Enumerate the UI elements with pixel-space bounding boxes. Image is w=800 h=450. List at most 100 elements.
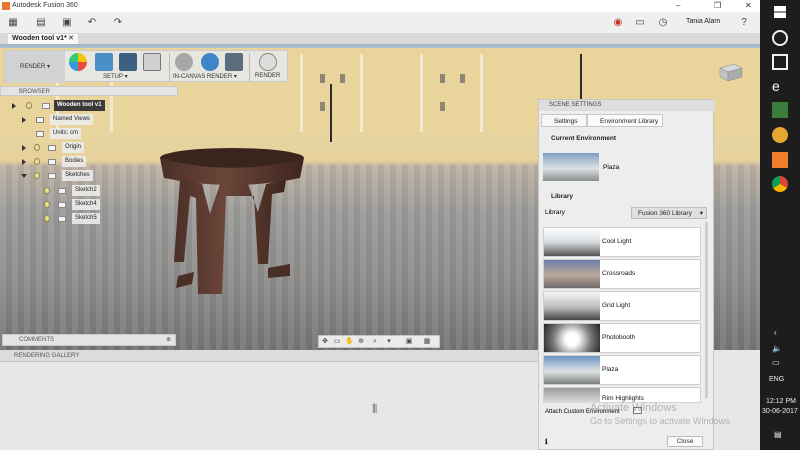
grammarly-icon[interactable]: [772, 127, 788, 143]
record-icon[interactable]: ◉: [612, 17, 624, 29]
pan-icon[interactable]: ✋: [345, 338, 354, 346]
workspace-switcher[interactable]: RENDER ▾: [5, 51, 65, 83]
chrome-icon[interactable]: [772, 176, 788, 192]
orbit-icon[interactable]: ✥: [321, 338, 329, 346]
expand-arrow-icon[interactable]: [22, 117, 26, 123]
data-panel-icon[interactable]: ▦: [7, 17, 19, 29]
fit-icon[interactable]: ⌕: [371, 338, 379, 346]
render-teapot-icon[interactable]: [259, 53, 277, 71]
grid-settings-icon[interactable]: ▦: [423, 338, 431, 346]
capture-image-icon[interactable]: [225, 53, 243, 71]
save-icon[interactable]: ▣: [61, 17, 73, 29]
facade-column: [300, 54, 303, 132]
visibility-bulb-icon[interactable]: [44, 201, 50, 208]
library-heading[interactable]: Library: [539, 191, 713, 203]
tab-environment-library[interactable]: Environment Library: [587, 114, 663, 127]
browser-item-bodies[interactable]: Bodies: [22, 156, 87, 167]
browser-panel-header[interactable]: BROWSER: [0, 86, 178, 96]
cortana-icon[interactable]: [772, 30, 788, 46]
display-settings-icon[interactable]: ▣: [405, 338, 413, 346]
task-view-icon[interactable]: [772, 54, 788, 70]
view-cube-icon[interactable]: [716, 62, 744, 82]
environment-item-crossroads[interactable]: Crossroads: [543, 259, 701, 289]
fusion-taskbar-icon[interactable]: [772, 152, 788, 168]
browser-item-sketch2[interactable]: Sketch2: [44, 185, 100, 196]
close-icon[interactable]: ✕: [745, 1, 752, 10]
expand-arrow-icon[interactable]: [22, 145, 26, 151]
visibility-bulb-icon[interactable]: [34, 144, 40, 151]
tab-settings[interactable]: Settings: [541, 114, 587, 127]
document-tab[interactable]: Wooden tool v1* ✕: [8, 34, 78, 44]
setup-menu[interactable]: SETUP ▾: [103, 73, 128, 80]
gallery-header[interactable]: RENDERING GALLERY: [0, 350, 538, 362]
current-environment-heading[interactable]: Current Environment: [539, 133, 713, 145]
activate-windows-subtitle: Go to Settings to activate Windows.: [590, 416, 733, 426]
browser-item-sketch4[interactable]: Sketch4: [44, 199, 100, 210]
language-indicator[interactable]: ENG: [769, 376, 784, 383]
redo-icon[interactable]: ↷: [112, 17, 124, 29]
texture-map-icon[interactable]: [119, 53, 137, 71]
visibility-bulb-icon[interactable]: [34, 172, 40, 179]
battery-icon[interactable]: ▭: [772, 358, 780, 367]
expand-arrow-icon[interactable]: [22, 159, 26, 165]
maximize-icon[interactable]: ❐: [714, 1, 721, 10]
add-comment-icon[interactable]: ⊕: [166, 335, 171, 346]
clock-time[interactable]: 12:12 PM: [766, 398, 796, 405]
appearance-icon[interactable]: [69, 53, 87, 71]
zoom-window-icon[interactable]: ▾: [385, 338, 393, 346]
clock-icon[interactable]: ◷: [657, 17, 669, 29]
expand-arrow-icon[interactable]: [12, 103, 16, 109]
facade-window: [320, 102, 325, 111]
panel-resize-handle-icon[interactable]: ⦀: [372, 402, 377, 417]
visibility-bulb-icon[interactable]: [26, 102, 32, 109]
browser-item-named-views[interactable]: Named Views: [22, 114, 93, 125]
scene-settings-header[interactable]: SCENE SETTINGS: [539, 100, 715, 111]
render-settings-gear-icon[interactable]: [201, 53, 219, 71]
zoom-icon[interactable]: ⊕: [357, 338, 365, 346]
current-env-title: Current Environment: [551, 135, 617, 142]
browser-title: BROWSER: [19, 89, 51, 95]
scene-settings-icon[interactable]: [95, 53, 113, 71]
file-menu-icon[interactable]: ▤: [35, 17, 47, 29]
env-name: Cool Light: [602, 238, 632, 245]
minimize-icon[interactable]: –: [676, 1, 680, 10]
info-icon[interactable]: ℹ: [545, 438, 548, 446]
show-hidden-icons-chevron-icon[interactable]: ‹: [774, 328, 777, 337]
browser-item-sketch5[interactable]: Sketch5: [44, 213, 100, 224]
environment-item-plaza[interactable]: Plaza: [543, 355, 701, 385]
render-label[interactable]: RENDER: [255, 73, 280, 79]
user-account[interactable]: Tania Alam: [686, 18, 720, 25]
rendering-gallery: RENDERING GALLERY ⦀: [0, 350, 538, 450]
windows-start-icon[interactable]: [774, 6, 786, 18]
environment-item-cool-light[interactable]: Cool Light: [543, 227, 701, 257]
android-app-icon[interactable]: [772, 102, 788, 118]
browser-item-units[interactable]: Units: cm: [36, 128, 82, 139]
help-icon[interactable]: ?: [738, 17, 750, 29]
in-canvas-render-menu[interactable]: IN-CANVAS RENDER ▾: [173, 73, 237, 80]
library-dropdown[interactable]: Fusion 360 Library ▾: [631, 207, 707, 219]
environment-item-photobooth[interactable]: Photobooth: [543, 323, 701, 353]
look-at-icon[interactable]: ▭: [333, 338, 341, 346]
undo-icon[interactable]: ↶: [86, 17, 98, 29]
library-scrollbar[interactable]: [705, 222, 708, 398]
clock-date[interactable]: 30-06-2017: [762, 408, 798, 415]
comments-panel[interactable]: COMMENTS ⊕: [2, 334, 176, 346]
tree-label: Sketches: [62, 170, 93, 181]
visibility-bulb-icon[interactable]: [34, 158, 40, 165]
browser-root-node[interactable]: Wooden tool v1: [12, 100, 105, 111]
job-status-icon[interactable]: ▭: [634, 17, 646, 29]
edge-icon[interactable]: e: [772, 78, 788, 94]
visibility-bulb-icon[interactable]: [44, 187, 50, 194]
collapse-arrow-icon[interactable]: [21, 174, 27, 178]
close-button[interactable]: Close: [667, 436, 703, 447]
notifications-icon[interactable]: ▤: [774, 430, 782, 439]
in-canvas-render-icon[interactable]: [175, 53, 193, 71]
environment-item-rim-highlights[interactable]: Rim Highlights: [543, 387, 701, 403]
browser-item-sketches[interactable]: Sketches: [21, 170, 93, 181]
visibility-bulb-icon[interactable]: [44, 215, 50, 222]
environment-item-grid-light[interactable]: Grid Light: [543, 291, 701, 321]
volume-icon[interactable]: 🔈: [772, 344, 782, 353]
decal-icon[interactable]: [143, 53, 161, 71]
close-tab-icon[interactable]: ✕: [68, 34, 74, 44]
browser-item-origin[interactable]: Origin: [22, 142, 85, 153]
